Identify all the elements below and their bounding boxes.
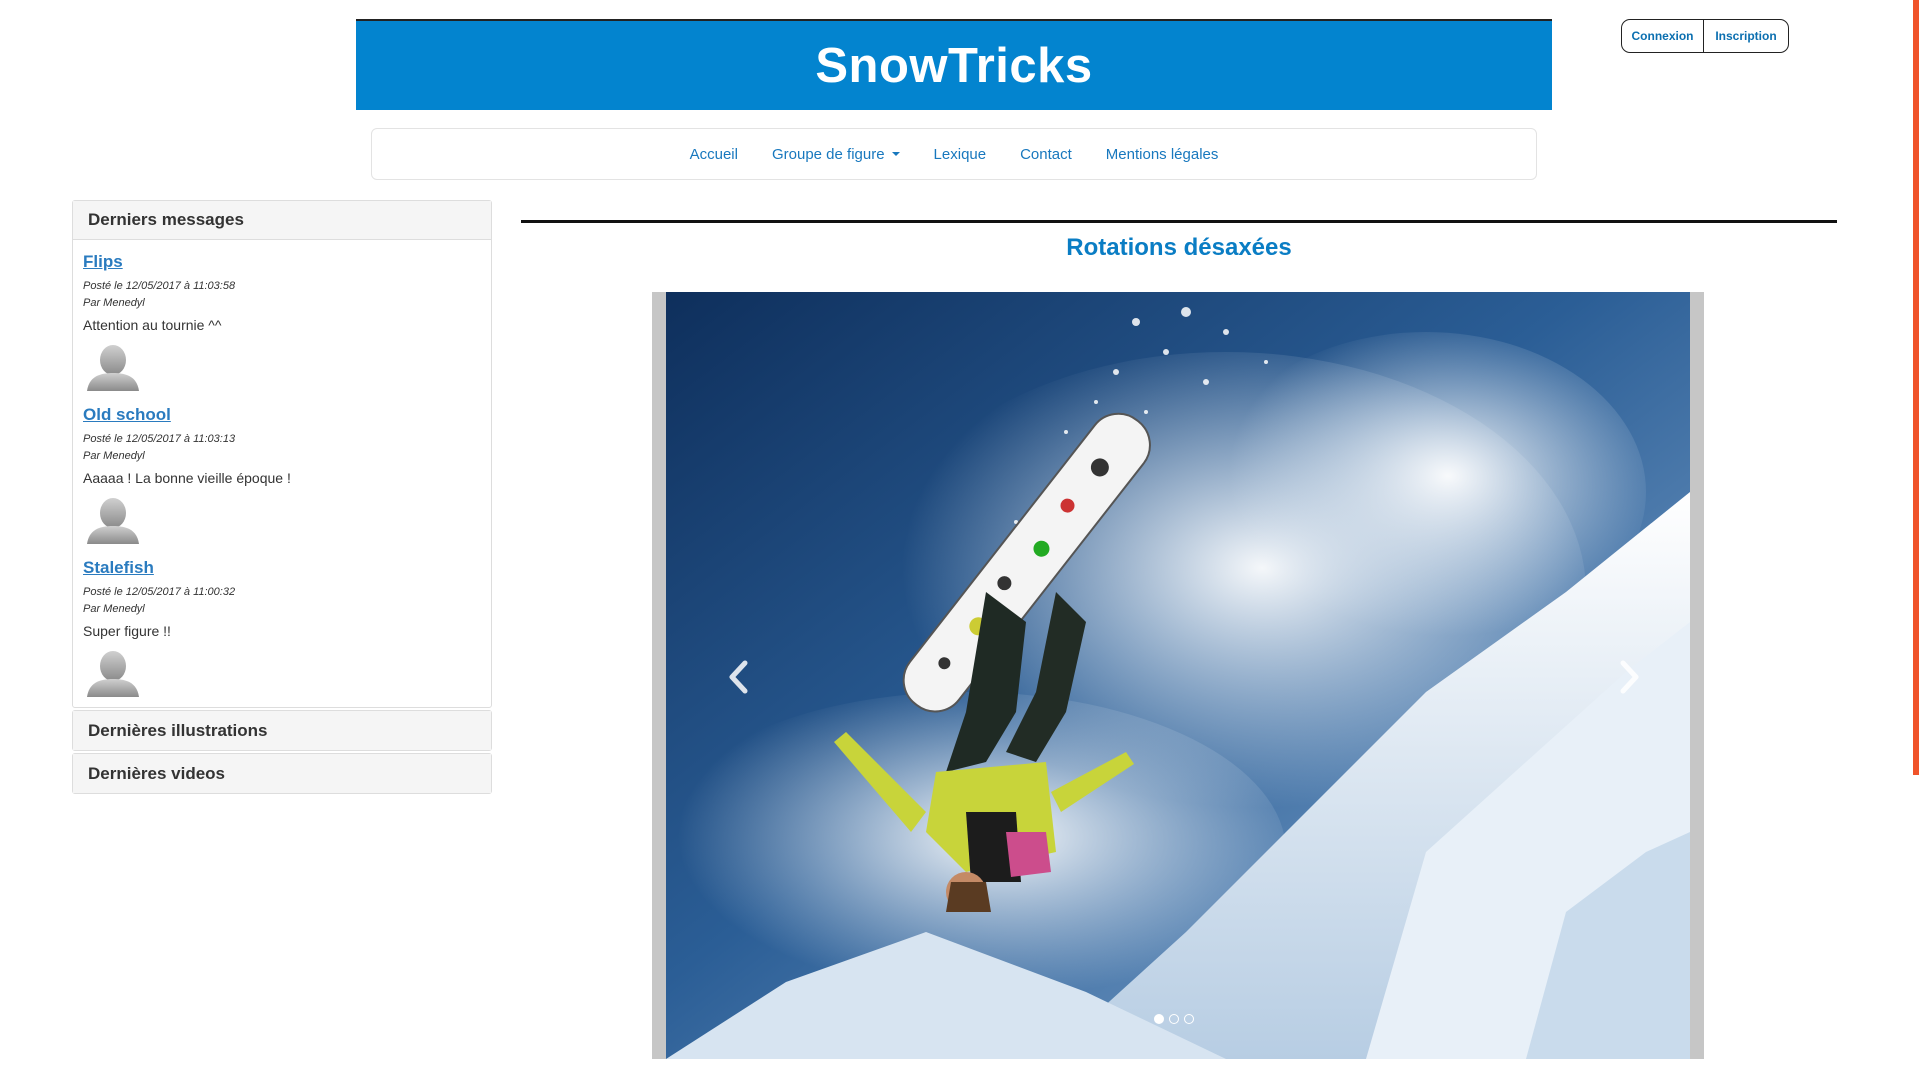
title-divider <box>521 220 1837 223</box>
page-scrollbar[interactable] <box>1906 0 1920 1079</box>
message-text: Attention au tournie ^^ <box>83 317 222 333</box>
nav-lexicon[interactable]: Lexique <box>917 146 1004 163</box>
latest-videos-panel: Dernières videos <box>72 753 492 794</box>
message-text: Super figure !! <box>83 623 171 639</box>
image-carousel <box>652 292 1704 1059</box>
latest-illustrations-panel: Dernières illustrations <box>72 710 492 751</box>
snowboarder-photo <box>666 292 1690 1059</box>
latest-videos-heading[interactable]: Dernières videos <box>73 754 491 793</box>
trick-title: Rotations désaxées <box>1066 234 1292 261</box>
latest-illustrations-heading[interactable]: Dernières illustrations <box>73 711 491 750</box>
message-title[interactable]: Old school <box>83 405 481 425</box>
latest-messages-heading[interactable]: Derniers messages <box>73 201 491 240</box>
carousel-next-button[interactable] <box>1610 652 1650 702</box>
message-author: Par Menedyl <box>83 450 145 462</box>
message-author: Par Menedyl <box>83 297 145 309</box>
user-avatar-icon <box>87 651 139 697</box>
message-item: Flips Posté le 12/05/2017 à 11:03:58 Par… <box>83 252 481 391</box>
user-avatar-icon <box>87 345 139 391</box>
message-author: Par Menedyl <box>83 603 145 615</box>
scrollbar-thumb[interactable] <box>1913 0 1919 775</box>
carousel-indicator[interactable] <box>1154 1014 1164 1024</box>
message-item: Stalefish Posté le 12/05/2017 à 11:00:32… <box>83 558 481 697</box>
nav-home[interactable]: Accueil <box>673 146 755 163</box>
user-avatar-icon <box>87 498 139 544</box>
signup-button[interactable]: Inscription <box>1704 20 1788 52</box>
nav-trick-groups-label: Groupe de figure <box>771 145 885 163</box>
caret-down-icon <box>891 152 900 156</box>
message-date: Posté le 12/05/2017 à 11:00:32 <box>83 586 236 598</box>
nav-trick-groups[interactable]: Groupe de figure <box>755 146 917 163</box>
message-item: Old school Posté le 12/05/2017 à 11:03:1… <box>83 405 481 544</box>
site-title: SnowTricks <box>815 38 1093 93</box>
chevron-right-icon <box>1620 660 1639 694</box>
carousel-prev-button[interactable] <box>718 652 758 702</box>
latest-messages-panel: Derniers messages Flips Posté le 12/05/2… <box>72 200 492 708</box>
site-header: SnowTricks <box>356 19 1552 110</box>
nav-contact[interactable]: Contact <box>1003 146 1089 163</box>
message-title[interactable]: Flips <box>83 252 481 272</box>
message-date: Posté le 12/05/2017 à 11:03:58 <box>83 280 236 292</box>
message-title[interactable]: Stalefish <box>83 558 481 578</box>
carousel-indicator[interactable] <box>1184 1014 1194 1024</box>
nav-legal[interactable]: Mentions légales <box>1089 146 1236 163</box>
main-nav: Accueil Groupe de figure Lexique Contact… <box>371 128 1537 180</box>
carousel-indicator[interactable] <box>1169 1014 1179 1024</box>
login-button[interactable]: Connexion <box>1622 20 1705 52</box>
chevron-left-icon <box>729 660 748 694</box>
sidebar: Derniers messages Flips Posté le 12/05/2… <box>72 200 492 796</box>
message-text: Aaaaa ! La bonne vieille époque ! <box>83 470 291 486</box>
message-date: Posté le 12/05/2017 à 11:03:13 <box>83 433 236 445</box>
carousel-indicators <box>1154 1014 1194 1024</box>
auth-buttons: Connexion Inscription <box>1621 19 1789 53</box>
latest-messages-list: Flips Posté le 12/05/2017 à 11:03:58 Par… <box>73 240 491 707</box>
